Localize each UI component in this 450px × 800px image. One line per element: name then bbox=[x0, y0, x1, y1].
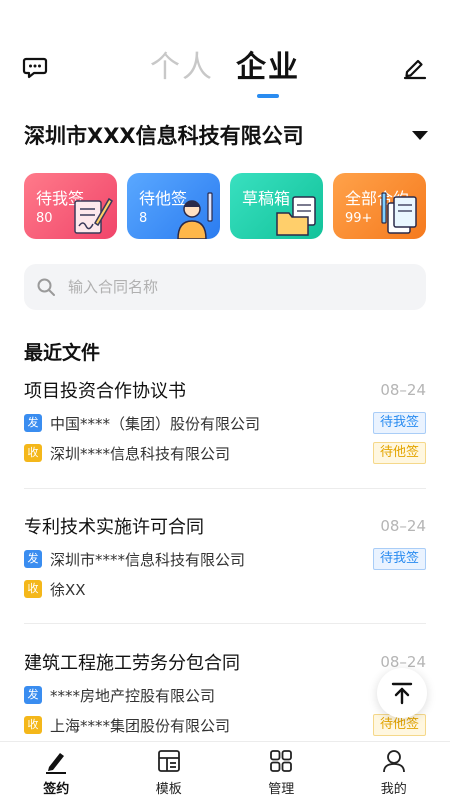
receiver-tag: 收 bbox=[24, 444, 42, 462]
nav-label: 模板 bbox=[155, 782, 182, 797]
card-count: 80 bbox=[36, 211, 53, 226]
person-icon bbox=[177, 192, 213, 239]
contract-stack-icon bbox=[381, 192, 417, 234]
back-to-top-button[interactable] bbox=[377, 668, 427, 718]
sender-name: 中国****（集团）股份有限公司 bbox=[50, 414, 261, 433]
arrow-up-icon bbox=[391, 682, 413, 705]
pen-icon bbox=[46, 753, 67, 774]
card-count: 99+ bbox=[345, 211, 373, 226]
receiver-tag: 收 bbox=[24, 580, 42, 598]
divider bbox=[24, 623, 426, 624]
status-badge: 待我签 bbox=[372, 412, 426, 434]
bottom-nav: 签约 模板 管理 我的 bbox=[0, 741, 450, 800]
sender-tag: 发 bbox=[24, 550, 42, 568]
nav-sign[interactable]: 签约 bbox=[0, 742, 113, 800]
list-item[interactable]: 建筑工程施工劳务分包合同 08–24 发 ****房地产控股有限公司 收 上海*… bbox=[24, 648, 426, 740]
card-all-contracts[interactable]: 全部合约 99+ bbox=[333, 173, 426, 239]
card-pending-others[interactable]: 待他签 8 bbox=[127, 173, 220, 239]
card-drafts[interactable]: 草稿箱 bbox=[230, 173, 323, 239]
receiver-name: 徐XX bbox=[50, 580, 86, 599]
card-pending-me[interactable]: 待我签 80 bbox=[24, 173, 117, 239]
recent-files-title: 最近文件 bbox=[24, 342, 101, 364]
nav-label: 管理 bbox=[268, 782, 295, 797]
receiver-tag: 收 bbox=[24, 716, 42, 734]
receiver-name: 上海****集团股份有限公司 bbox=[50, 716, 231, 735]
template-icon bbox=[157, 750, 180, 772]
company-selector[interactable]: 深圳市XXX信息科技有限公司 bbox=[24, 118, 428, 152]
list-item[interactable]: 专利技术实施许可合同 08–24 发 深圳市****信息科技有限公司 待我签 收… bbox=[24, 512, 426, 604]
sender-name: 深圳市****信息科技有限公司 bbox=[50, 550, 246, 569]
quick-cards: 待我签 80 待他签 8 草稿箱 全部合约 99+ bbox=[24, 173, 426, 239]
nav-label: 我的 bbox=[380, 782, 407, 797]
caret-down-icon[interactable] bbox=[412, 130, 428, 140]
account-type-tabs: 个人 企业 bbox=[0, 40, 450, 98]
top-header: 个人 企业 bbox=[0, 40, 450, 100]
tab-enterprise[interactable]: 企业 bbox=[236, 40, 300, 98]
search-input[interactable] bbox=[68, 278, 388, 296]
status-badge: 待我签 bbox=[372, 548, 426, 570]
status-badge: 待他签 bbox=[372, 442, 426, 464]
nav-label: 签约 bbox=[43, 782, 70, 797]
list-item[interactable]: 项目投资合作协议书 08–24 发 中国****（集团）股份有限公司 待我签 收… bbox=[24, 376, 426, 468]
folder-doc-icon bbox=[276, 196, 316, 236]
nav-manage[interactable]: 管理 bbox=[225, 742, 338, 800]
edit-icon[interactable] bbox=[402, 54, 428, 80]
receiver-name: 深圳****信息科技有限公司 bbox=[50, 444, 231, 463]
search-icon bbox=[37, 278, 55, 296]
sender-tag: 发 bbox=[24, 686, 42, 704]
nav-template[interactable]: 模板 bbox=[113, 742, 226, 800]
doc-title: 建筑工程施工劳务分包合同 bbox=[24, 653, 240, 674]
company-name: 深圳市XXX信息科技有限公司 bbox=[24, 124, 304, 148]
user-icon bbox=[382, 750, 405, 773]
sign-doc-icon bbox=[74, 197, 114, 234]
doc-date: 08–24 bbox=[380, 381, 426, 399]
doc-title: 专利技术实施许可合同 bbox=[24, 517, 204, 538]
sender-tag: 发 bbox=[24, 414, 42, 432]
grid-icon bbox=[270, 750, 293, 772]
search-bar bbox=[24, 264, 426, 310]
divider bbox=[24, 488, 426, 489]
sender-name: ****房地产控股有限公司 bbox=[50, 686, 216, 705]
card-count: 8 bbox=[139, 211, 148, 226]
nav-mine[interactable]: 我的 bbox=[338, 742, 450, 800]
doc-title: 项目投资合作协议书 bbox=[24, 381, 186, 402]
doc-date: 08–24 bbox=[380, 517, 426, 535]
tab-personal[interactable]: 个人 bbox=[150, 40, 214, 96]
